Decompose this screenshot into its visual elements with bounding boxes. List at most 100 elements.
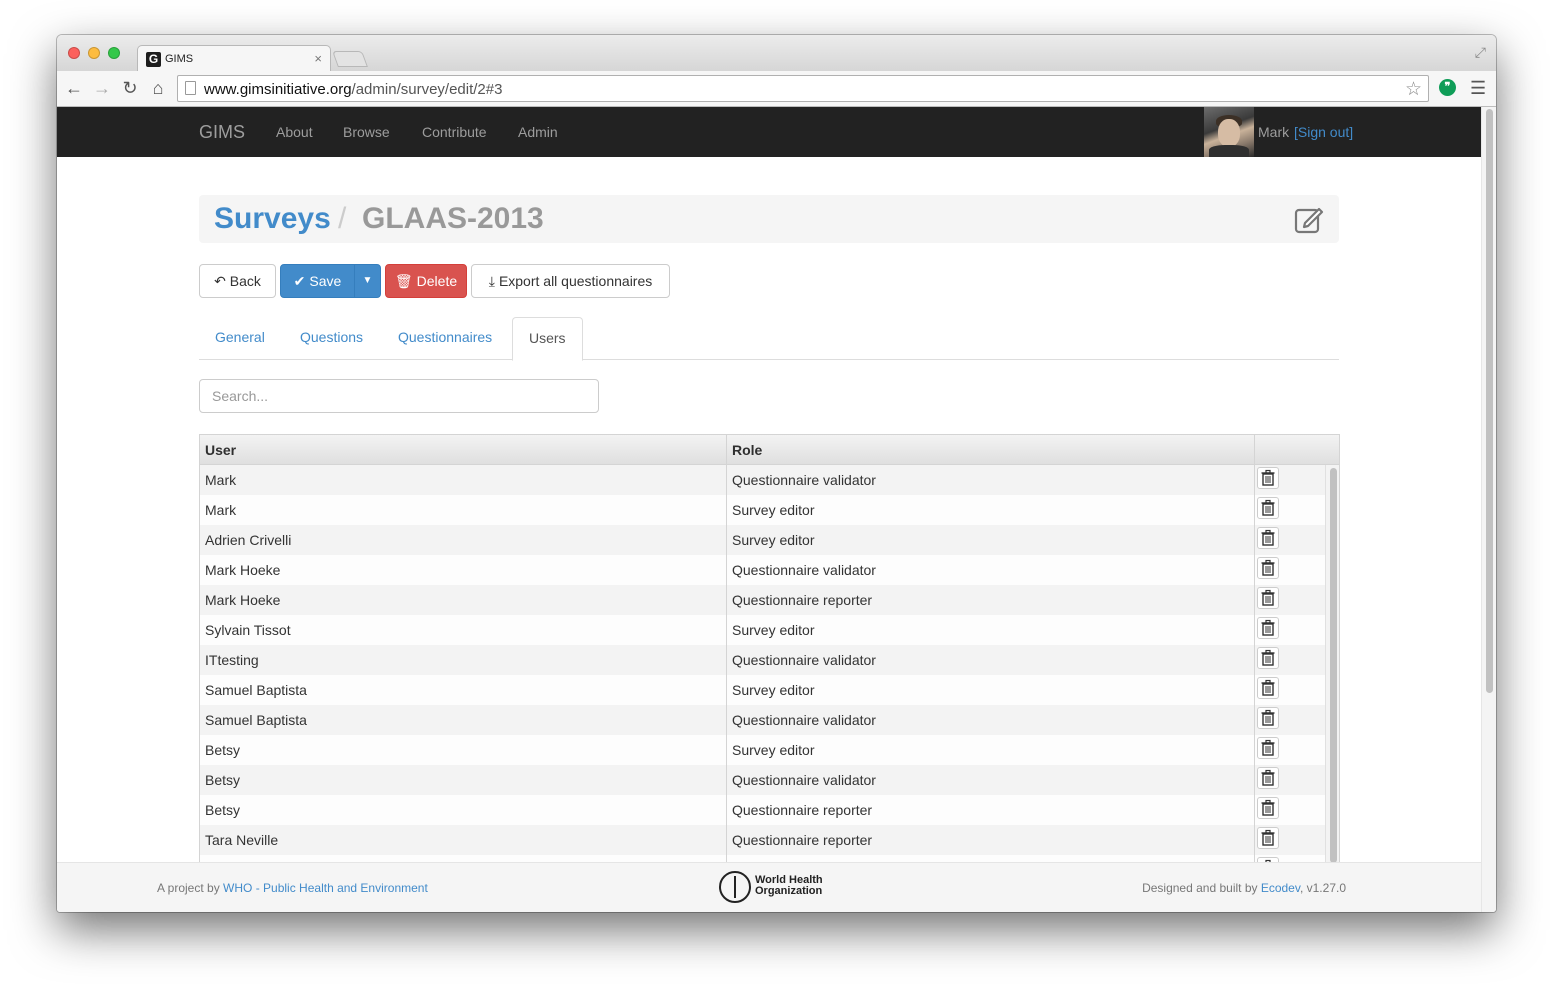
tab-users[interactable]: Users xyxy=(512,317,583,361)
nav-link-browse[interactable]: Browse xyxy=(343,124,390,140)
trash-icon xyxy=(1258,499,1278,522)
cell-role: Questionnaire validator xyxy=(727,705,1255,735)
trash-icon xyxy=(1258,589,1278,612)
column-header-user[interactable]: User xyxy=(200,435,727,465)
home-icon[interactable]: ⌂ xyxy=(147,78,169,98)
remove-user-button[interactable] xyxy=(1257,677,1279,699)
sign-out-link[interactable]: [Sign out] xyxy=(1294,124,1353,140)
brand-link[interactable]: GIMS xyxy=(199,122,245,143)
bookmark-star-icon[interactable]: ☆ xyxy=(1405,78,1422,101)
table-row: Betsy Questionnaire validator xyxy=(200,765,1325,795)
table-row: Mark Survey editor xyxy=(200,495,1325,525)
url-text: www.gimsinitiative.org/admin/survey/edit… xyxy=(204,81,503,98)
page-footer: A project by WHO - Public Health and Env… xyxy=(57,862,1481,912)
minimize-window-button[interactable] xyxy=(88,47,100,59)
reply-arrow-icon: ↶ xyxy=(214,273,226,289)
breadcrumb-surveys-link[interactable]: Surveys xyxy=(214,202,331,236)
tab-questions[interactable]: Questions xyxy=(284,317,379,360)
table-row: Mark Questionnaire validator xyxy=(200,465,1325,495)
user-name: Mark xyxy=(1258,124,1290,140)
table-row: Betsy Questionnaire reporter xyxy=(200,795,1325,825)
trash-icon xyxy=(1258,769,1278,792)
reload-icon[interactable]: ↻ xyxy=(119,78,141,98)
remove-user-button[interactable] xyxy=(1257,707,1279,729)
who-logo: World Health Organization xyxy=(719,871,829,903)
page-icon xyxy=(185,81,196,95)
table-row: Mark Hoeke Questionnaire validator xyxy=(200,555,1325,585)
hangouts-extension-icon[interactable]: ❞ xyxy=(1439,79,1456,96)
cell-role: Questionnaire validator xyxy=(727,465,1255,495)
cell-role: Survey editor xyxy=(727,525,1255,555)
browser-menu-icon[interactable]: ☰ xyxy=(1470,78,1486,99)
remove-user-button[interactable] xyxy=(1257,557,1279,579)
cell-role: Survey editor xyxy=(727,615,1255,645)
avatar xyxy=(1204,107,1254,157)
cell-role: Questionnaire validator xyxy=(727,555,1255,585)
table-row: Sylvain Tissot Survey editor xyxy=(200,615,1325,645)
page-title: GLAAS-2013 xyxy=(362,202,544,235)
gims-favicon-icon: G xyxy=(146,52,161,67)
remove-user-button[interactable] xyxy=(1257,647,1279,669)
cell-user: Mark Hoeke xyxy=(200,585,727,615)
trash-icon xyxy=(1258,739,1278,762)
remove-user-button[interactable] xyxy=(1257,497,1279,519)
ecodev-link[interactable]: Ecodev xyxy=(1261,881,1300,895)
table-row: Samuel Baptista Questionnaire validator xyxy=(200,705,1325,735)
cell-role: Questionnaire reporter xyxy=(727,795,1255,825)
cell-role: Survey editor xyxy=(727,495,1255,525)
table-row: ITtesting Questionnaire validator xyxy=(200,645,1325,675)
address-bar[interactable]: www.gimsinitiative.org/admin/survey/edit… xyxy=(177,75,1429,102)
site-navbar: GIMS About Browse Contribute Admin Mark … xyxy=(57,107,1481,157)
export-button[interactable]: ⤓ Export all questionnaires xyxy=(471,264,670,298)
tab-close-icon[interactable]: × xyxy=(314,51,322,66)
tab-bar: General Questions Questionnaires Users xyxy=(199,317,1339,361)
forward-arrow-icon[interactable]: → xyxy=(91,78,113,98)
table-row: Betsy Survey editor xyxy=(200,735,1325,765)
page-scrollbar[interactable] xyxy=(1481,107,1496,912)
cell-role: Survey editor xyxy=(727,675,1255,705)
table-row: Adrien Crivelli Survey editor xyxy=(200,525,1325,555)
nav-link-contribute[interactable]: Contribute xyxy=(422,124,487,140)
breadcrumb: Surveys / GLAAS-2013 xyxy=(199,195,1339,243)
remove-user-button[interactable] xyxy=(1257,617,1279,639)
trash-icon xyxy=(1258,529,1278,552)
download-icon: ⤓ xyxy=(488,273,495,289)
edit-icon[interactable] xyxy=(1293,203,1325,235)
new-tab-button[interactable] xyxy=(332,51,368,67)
table-row: Tara Neville Questionnaire reporter xyxy=(200,825,1325,855)
cell-user: Adrien Crivelli xyxy=(200,525,727,555)
cell-user: Tara Neville xyxy=(200,825,727,855)
remove-user-button[interactable] xyxy=(1257,797,1279,819)
remove-user-button[interactable] xyxy=(1257,827,1279,849)
remove-user-button[interactable] xyxy=(1257,467,1279,489)
zoom-window-button[interactable] xyxy=(108,47,120,59)
cell-user: ITtesting xyxy=(200,645,727,675)
tab-questionnaires[interactable]: Questionnaires xyxy=(382,317,508,360)
nav-link-admin[interactable]: Admin xyxy=(518,124,558,140)
remove-user-button[interactable] xyxy=(1257,587,1279,609)
save-button[interactable]: ✔ Save xyxy=(280,264,355,298)
who-link[interactable]: WHO - Public Health and Environment xyxy=(223,881,428,895)
who-emblem-icon xyxy=(719,871,751,903)
close-window-button[interactable] xyxy=(68,47,80,59)
delete-button[interactable]: 🗑 Delete xyxy=(385,264,467,298)
browser-tab[interactable]: G GIMS × xyxy=(137,45,331,72)
trash-icon xyxy=(1258,469,1278,492)
grid-scrollbar[interactable] xyxy=(1325,465,1339,863)
back-button[interactable]: ↶ Back xyxy=(199,264,276,298)
save-dropdown-button[interactable]: ▼ xyxy=(354,264,381,298)
footer-designer: Designed and built by Ecodev, v1.27.0 xyxy=(1142,881,1346,895)
back-arrow-icon[interactable]: ← xyxy=(63,78,85,98)
cell-user: Sylvain Tissot xyxy=(200,615,727,645)
fullscreen-icon[interactable]: ⤢ xyxy=(1475,44,1486,61)
remove-user-button[interactable] xyxy=(1257,737,1279,759)
footer-credit: A project by WHO - Public Health and Env… xyxy=(157,881,428,895)
column-header-role[interactable]: Role xyxy=(727,435,1255,465)
page-viewport: GIMS About Browse Contribute Admin Mark … xyxy=(57,107,1481,912)
remove-user-button[interactable] xyxy=(1257,527,1279,549)
breadcrumb-separator: / xyxy=(338,202,347,235)
nav-link-about[interactable]: About xyxy=(276,124,313,140)
search-input[interactable] xyxy=(199,379,599,413)
remove-user-button[interactable] xyxy=(1257,767,1279,789)
tab-general[interactable]: General xyxy=(199,317,281,360)
